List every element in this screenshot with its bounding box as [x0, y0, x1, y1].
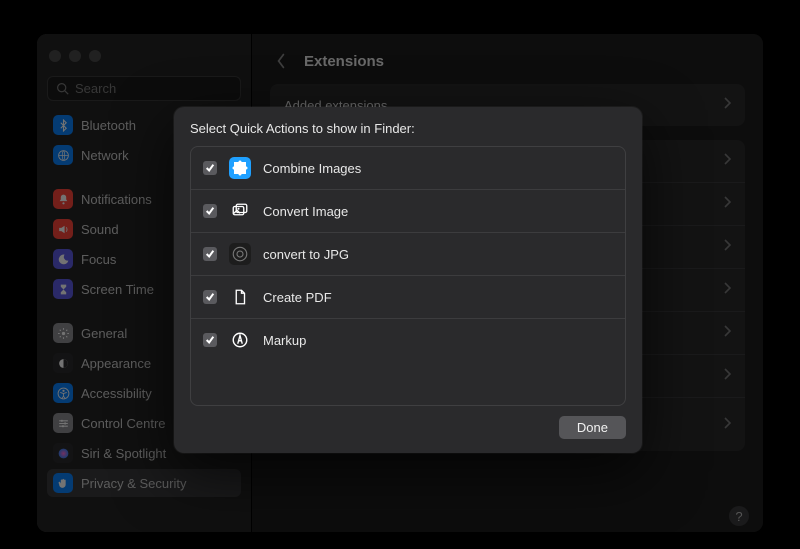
quick-action-label: Markup: [263, 333, 306, 348]
chevron-right-icon: [723, 152, 731, 170]
speaker-icon: [53, 219, 73, 239]
sidebar-item-label: Focus: [81, 252, 116, 267]
moon-icon: [53, 249, 73, 269]
chevron-left-icon: [276, 53, 286, 69]
siri-icon: [53, 443, 73, 463]
sidebar-item-label: Notifications: [81, 192, 152, 207]
workflow-icon: [229, 243, 251, 265]
chevron-right-icon: [723, 324, 731, 342]
traffic-max-icon[interactable]: [89, 50, 101, 62]
sidebar-item-label: General: [81, 326, 127, 341]
sidebar-item-label: Bluetooth: [81, 118, 136, 133]
sidebar-item-label: Screen Time: [81, 282, 154, 297]
bluetooth-icon: [53, 115, 73, 135]
accessibility-icon: [53, 383, 73, 403]
quick-actions-modal: Select Quick Actions to show in Finder: …: [174, 107, 642, 453]
checkbox[interactable]: [203, 333, 217, 347]
quick-action-row: Markup: [191, 319, 625, 361]
sliders-icon: [53, 413, 73, 433]
sidebar-item-privacy-security[interactable]: Privacy & Security: [47, 469, 241, 497]
search-placeholder: Search: [75, 81, 116, 96]
chevron-right-icon: [723, 195, 731, 213]
traffic-min-icon[interactable]: [69, 50, 81, 62]
quick-actions-list: Combine Images Convert Image convert to JP…: [190, 146, 626, 406]
checkbox[interactable]: [203, 247, 217, 261]
traffic-close-icon[interactable]: [49, 50, 61, 62]
quick-action-label: Convert Image: [263, 204, 348, 219]
sidebar-item-label: Accessibility: [81, 386, 152, 401]
quick-action-row: convert to JPG: [191, 233, 625, 276]
hand-icon: [53, 473, 73, 493]
gear-icon: [53, 323, 73, 343]
network-icon: [53, 145, 73, 165]
sidebar-item-label: Privacy & Security: [81, 476, 186, 491]
chevron-right-icon: [723, 281, 731, 299]
images-icon: [229, 200, 251, 222]
quick-action-label: Combine Images: [263, 161, 361, 176]
bell-icon: [53, 189, 73, 209]
appearance-icon: [53, 353, 73, 373]
checkbox[interactable]: [203, 290, 217, 304]
sidebar-item-label: Network: [81, 148, 129, 163]
document-icon: [229, 286, 251, 308]
chevron-right-icon: [723, 96, 731, 114]
checkbox[interactable]: [203, 204, 217, 218]
window-traffic-lights[interactable]: [47, 44, 241, 76]
quick-action-label: convert to JPG: [263, 247, 349, 262]
help-button[interactable]: ?: [729, 506, 749, 526]
sidebar-item-label: Appearance: [81, 356, 151, 371]
sidebar-item-label: Sound: [81, 222, 119, 237]
puzzle-icon: [229, 157, 251, 179]
chevron-right-icon: [723, 416, 731, 434]
quick-action-row: Convert Image: [191, 190, 625, 233]
quick-action-row: Create PDF: [191, 276, 625, 319]
search-input[interactable]: Search: [47, 76, 241, 101]
done-button[interactable]: Done: [559, 416, 626, 439]
quick-action-label: Create PDF: [263, 290, 332, 305]
chevron-right-icon: [723, 367, 731, 385]
quick-action-row: Combine Images: [191, 147, 625, 190]
back-button[interactable]: [270, 50, 292, 72]
chevron-right-icon: [723, 238, 731, 256]
hourglass-icon: [53, 279, 73, 299]
sidebar-item-label: Siri & Spotlight: [81, 446, 166, 461]
checkbox[interactable]: [203, 161, 217, 175]
sidebar-item-label: Control Centre: [81, 416, 166, 431]
page-title: Extensions: [304, 53, 384, 70]
markup-icon: [229, 329, 251, 351]
search-icon: [56, 82, 69, 95]
modal-title: Select Quick Actions to show in Finder:: [190, 121, 626, 136]
